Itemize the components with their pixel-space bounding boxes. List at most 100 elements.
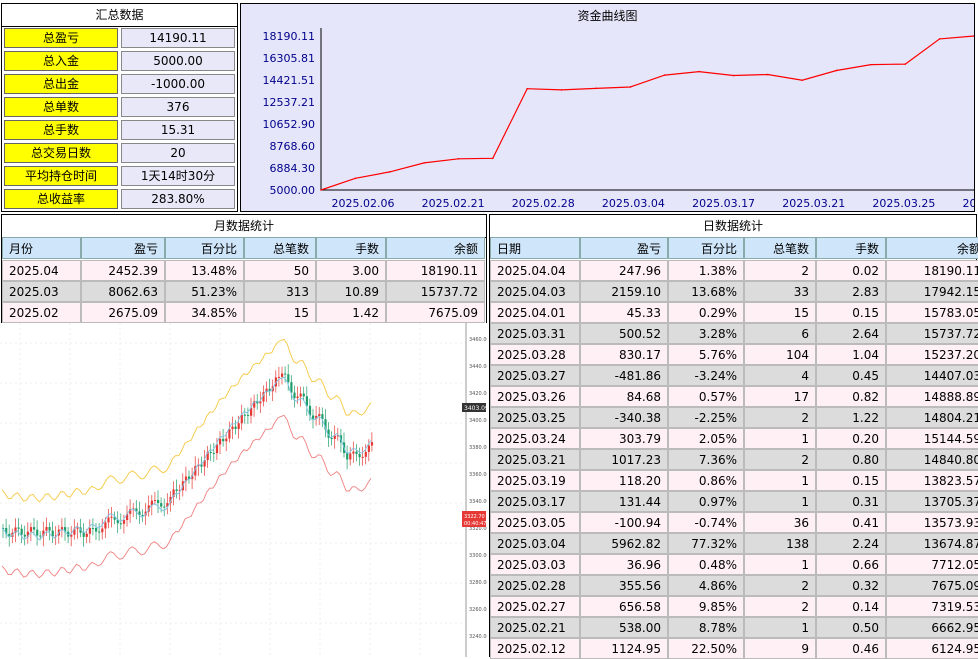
daily-cell: 9.85% — [668, 596, 744, 617]
summary-row: 总手数 15.31 — [2, 119, 237, 141]
daily-cell: 4.86% — [668, 575, 744, 596]
equity-point — [492, 157, 494, 160]
y-tick-label: 12537.21 — [263, 96, 316, 109]
candle-body — [20, 528, 23, 535]
daily-header-cell: 日期 — [490, 237, 580, 259]
x-tick-label: 2025.03.17 — [692, 197, 755, 210]
daily-cell: 0.15 — [816, 470, 886, 491]
equity-point — [320, 189, 322, 191]
daily-cell: 14840.80 — [886, 449, 978, 470]
y-tick-label: 18190.11 — [263, 30, 316, 43]
daily-cell: 7675.09 — [886, 575, 978, 596]
daily-cell: 13674.87 — [886, 533, 978, 554]
daily-cell: -481.86 — [580, 365, 668, 386]
equity-point — [698, 70, 700, 73]
daily-cell: 5962.82 — [580, 533, 668, 554]
summary-row: 总入金 5000.00 — [2, 50, 237, 72]
daily-cell: 2025.03.03 — [490, 554, 580, 575]
daily-cell: 0.41 — [816, 512, 886, 533]
daily-cell: 14804.21 — [886, 407, 978, 428]
monthly-header-cell: 余额 — [386, 237, 485, 259]
candle-body — [39, 535, 42, 537]
candle-body — [219, 438, 222, 445]
candle-body — [234, 426, 237, 429]
daily-cell: 1124.95 — [580, 638, 668, 659]
current-price-time: 00:40:47 — [464, 521, 486, 527]
price-axis-label: 3400.00 — [469, 418, 487, 424]
daily-cell: 0.66 — [816, 554, 886, 575]
equity-point — [388, 171, 391, 173]
candle-body — [33, 527, 36, 530]
price-axis-label: 3380.00 — [469, 445, 487, 451]
daily-cell: 13573.93 — [886, 512, 978, 533]
y-tick-label: 5000.00 — [270, 184, 316, 197]
daily-stats-title: 日数据统计 — [490, 215, 976, 238]
daily-cell: 1 — [744, 617, 816, 638]
price-axis-label: 3440.00 — [469, 364, 487, 370]
daily-cell: 77.32% — [668, 533, 744, 554]
summary-title: 汇总数据 — [2, 4, 237, 27]
daily-header-cell: 手数 — [816, 237, 886, 259]
y-tick-label: 6884.30 — [270, 162, 316, 175]
candle-body — [29, 527, 33, 532]
daily-cell: 1.04 — [816, 344, 886, 365]
daily-cell: 15144.59 — [886, 428, 978, 449]
summary-value: 20 — [121, 143, 235, 163]
monthly-stats-title: 月数据统计 — [2, 215, 486, 238]
candle-body — [358, 453, 361, 458]
daily-cell: 500.52 — [580, 323, 668, 344]
price-line-label: 3403.09 — [464, 405, 487, 412]
x-tick-label: 2025.03.04 — [602, 197, 665, 210]
candle-body — [88, 527, 91, 534]
daily-cell: 2159.10 — [580, 281, 668, 302]
equity-point — [904, 63, 907, 65]
monthly-cell: 8062.63 — [81, 281, 165, 302]
candle-body — [355, 451, 358, 454]
x-tick-label: 2025.03.25 — [872, 197, 935, 210]
daily-cell: 36.96 — [580, 554, 668, 575]
equity-point — [629, 86, 632, 88]
price-axis-label: 3260.00 — [469, 607, 487, 613]
summary-row: 总收益率 283.80% — [2, 188, 237, 210]
equity-point — [801, 79, 803, 81]
price-axis-label: 3300.00 — [469, 553, 487, 559]
daily-cell: 0.86% — [668, 470, 744, 491]
equity-point — [663, 74, 666, 76]
daily-cell: 1017.23 — [580, 449, 668, 470]
x-tick-label: 2025.02.28 — [512, 197, 575, 210]
summary-row: 总盈亏 14190.11 — [2, 27, 237, 49]
daily-cell: 2 — [744, 407, 816, 428]
candle-body — [98, 531, 101, 533]
candle-body — [361, 456, 364, 458]
daily-cell: 17 — [744, 386, 816, 407]
daily-cell: 8.78% — [668, 617, 744, 638]
summary-row: 平均持仓时间 1天14时30分 — [2, 165, 237, 187]
price-axis-label: 3420.00 — [469, 391, 487, 397]
candle-body — [284, 373, 287, 375]
daily-cell: 36 — [744, 512, 816, 533]
monthly-cell: 13.48% — [165, 260, 244, 281]
candle-body — [364, 451, 367, 457]
daily-cell: 0.31 — [816, 491, 886, 512]
summary-value: 14190.11 — [121, 28, 235, 48]
summary-value: 1天14时30分 — [121, 166, 235, 186]
daily-cell: 15737.72 — [886, 323, 978, 344]
monthly-cell: 1.42 — [316, 302, 386, 323]
daily-cell: 84.68 — [580, 386, 668, 407]
monthly-cell: 2025.02 — [2, 302, 81, 323]
daily-cell: 0.45 — [816, 365, 886, 386]
daily-cell: 1.22 — [816, 407, 886, 428]
daily-cell: 2025.03.05 — [490, 512, 580, 533]
summary-label: 总交易日数 — [4, 143, 118, 163]
equity-point — [938, 38, 941, 40]
candle-body — [48, 526, 51, 531]
summary-value: 15.31 — [121, 120, 235, 140]
price-axis-label: 3460.00 — [469, 337, 487, 343]
daily-cell: 1.38% — [668, 260, 744, 281]
monthly-cell: 2025.04 — [2, 260, 81, 281]
daily-cell: 1 — [744, 491, 816, 512]
equity-point — [560, 89, 563, 91]
daily-cell: -2.25% — [668, 407, 744, 428]
daily-cell: -0.74% — [668, 512, 744, 533]
monthly-cell: 2452.39 — [81, 260, 165, 281]
